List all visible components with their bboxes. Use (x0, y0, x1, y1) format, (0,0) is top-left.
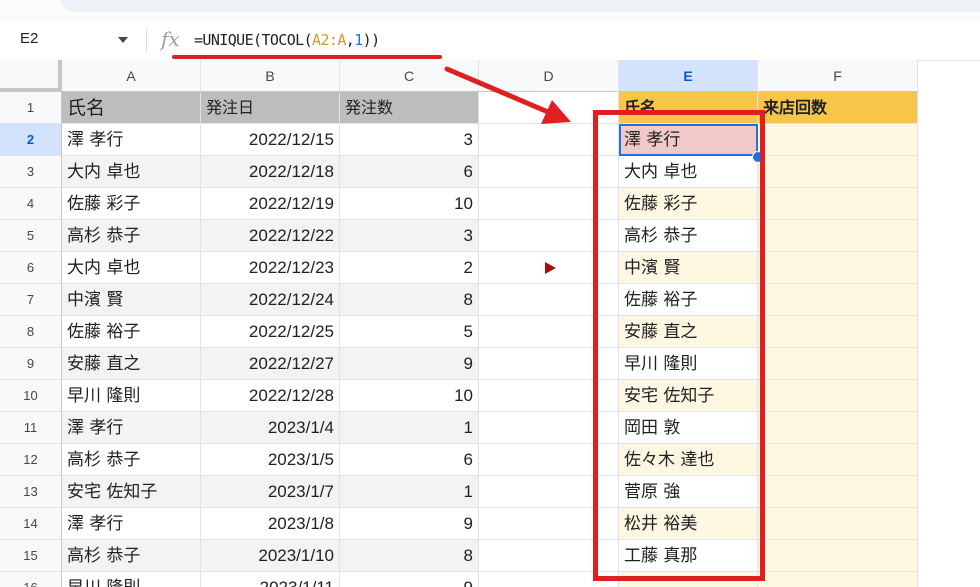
annotation-arrow (444, 66, 571, 124)
result-highlight-box (593, 110, 765, 581)
arrow-shaft (444, 66, 551, 115)
